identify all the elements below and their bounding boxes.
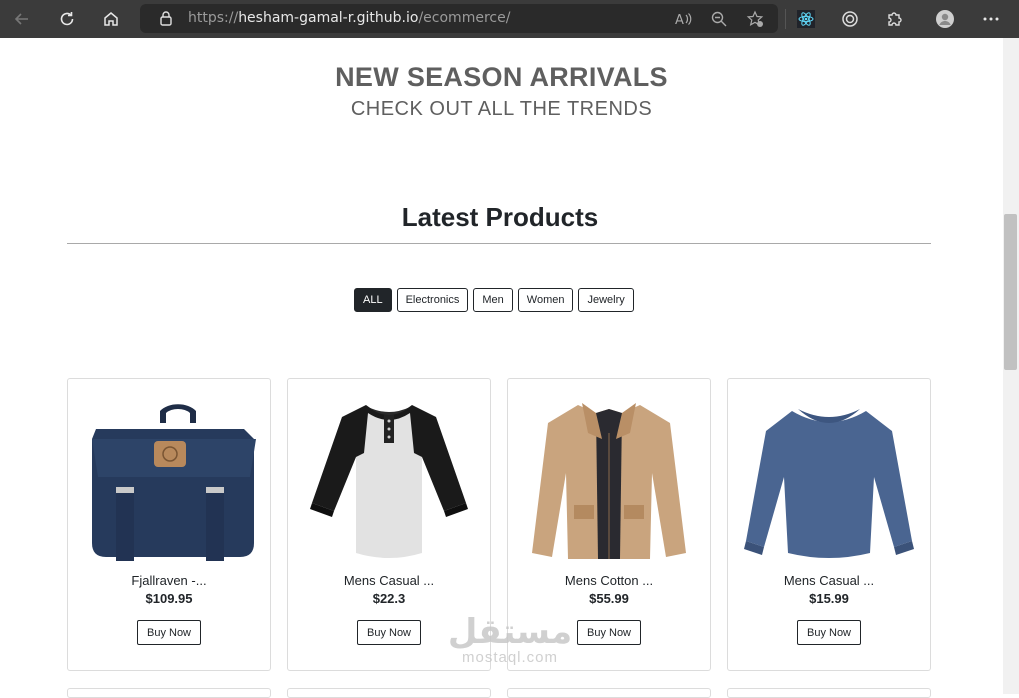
product-image-backpack xyxy=(92,404,256,561)
product-image-jacket xyxy=(532,403,686,559)
buy-now-button[interactable]: Buy Now xyxy=(137,620,201,645)
product-price: $15.99 xyxy=(809,591,849,606)
product-image-raglan-shirt xyxy=(310,405,468,558)
settings-menu-button[interactable] xyxy=(977,5,1005,33)
product-image-longsleeve xyxy=(744,409,914,558)
toolbar-separator xyxy=(785,9,786,29)
browser-toolbar: https://hesham-gamal-r.github.io/ecommer… xyxy=(0,0,1019,38)
product-price: $22.3 xyxy=(372,591,406,606)
zoom-icon[interactable] xyxy=(710,10,728,28)
extensions-button[interactable] xyxy=(880,5,908,33)
product-name: Fjallraven -... xyxy=(131,573,207,588)
category-filters: ALL Electronics Men Women Jewelry xyxy=(354,288,634,312)
home-button[interactable] xyxy=(97,5,125,33)
avatar-icon xyxy=(936,10,954,28)
product-card: Mens Casual ... $15.99 Buy Now xyxy=(727,378,931,671)
hero-subtitle: CHECK OUT ALL THE TRENDS xyxy=(350,98,653,120)
product-price: $55.99 xyxy=(589,591,629,606)
home-icon xyxy=(104,12,118,26)
filter-electronics-button[interactable]: Electronics xyxy=(396,288,469,312)
more-horizontal-icon xyxy=(983,17,999,21)
add-favorite-icon[interactable] xyxy=(746,10,764,28)
product-price: $109.95 xyxy=(145,591,193,606)
product-card-partial xyxy=(67,688,271,698)
react-icon xyxy=(797,10,815,28)
profile-button[interactable] xyxy=(931,5,959,33)
filter-women-button[interactable]: Women xyxy=(517,288,574,312)
hero-title: NEW SEASON ARRIVALS xyxy=(335,62,668,92)
buy-now-button[interactable]: Buy Now xyxy=(797,620,861,645)
product-card-partial xyxy=(727,688,931,698)
filter-all-button[interactable]: ALL xyxy=(354,288,392,312)
filter-jewelry-button[interactable]: Jewelry xyxy=(578,288,634,312)
extension-button[interactable] xyxy=(836,5,864,33)
refresh-icon xyxy=(60,12,74,26)
scrollbar-thumb[interactable] xyxy=(1004,214,1017,370)
product-name: Mens Cotton ... xyxy=(564,573,654,588)
react-devtools-button[interactable] xyxy=(792,5,820,33)
filter-men-button[interactable]: Men xyxy=(473,288,513,312)
product-card-partial xyxy=(287,688,491,698)
buy-now-button[interactable]: Buy Now xyxy=(577,620,641,645)
product-card: Fjallraven -... $109.95 Buy Now xyxy=(67,378,271,671)
watermark-arabic: مستقل xyxy=(447,612,573,652)
arrow-left-icon xyxy=(14,13,28,25)
target-icon xyxy=(842,11,858,27)
puzzle-icon xyxy=(888,12,902,26)
watermark-latin: mostaql.com xyxy=(461,649,559,666)
product-name: Mens Casual ... xyxy=(783,573,875,588)
back-button[interactable] xyxy=(8,5,36,33)
lock-icon xyxy=(160,11,172,26)
address-bar[interactable]: https://hesham-gamal-r.github.io/ecommer… xyxy=(140,4,778,33)
section-title: Latest Products xyxy=(401,202,599,232)
product-card-partial xyxy=(507,688,711,698)
refresh-button[interactable] xyxy=(53,5,81,33)
buy-now-button[interactable]: Buy Now xyxy=(357,620,421,645)
read-aloud-icon[interactable]: A xyxy=(674,10,692,28)
svg-text:A: A xyxy=(675,13,684,28)
section-divider xyxy=(67,243,931,244)
url-text: https://hesham-gamal-r.github.io/ecommer… xyxy=(188,10,511,26)
product-name: Mens Casual ... xyxy=(343,573,435,588)
watermark: مستقل mostaql.com xyxy=(446,614,574,678)
